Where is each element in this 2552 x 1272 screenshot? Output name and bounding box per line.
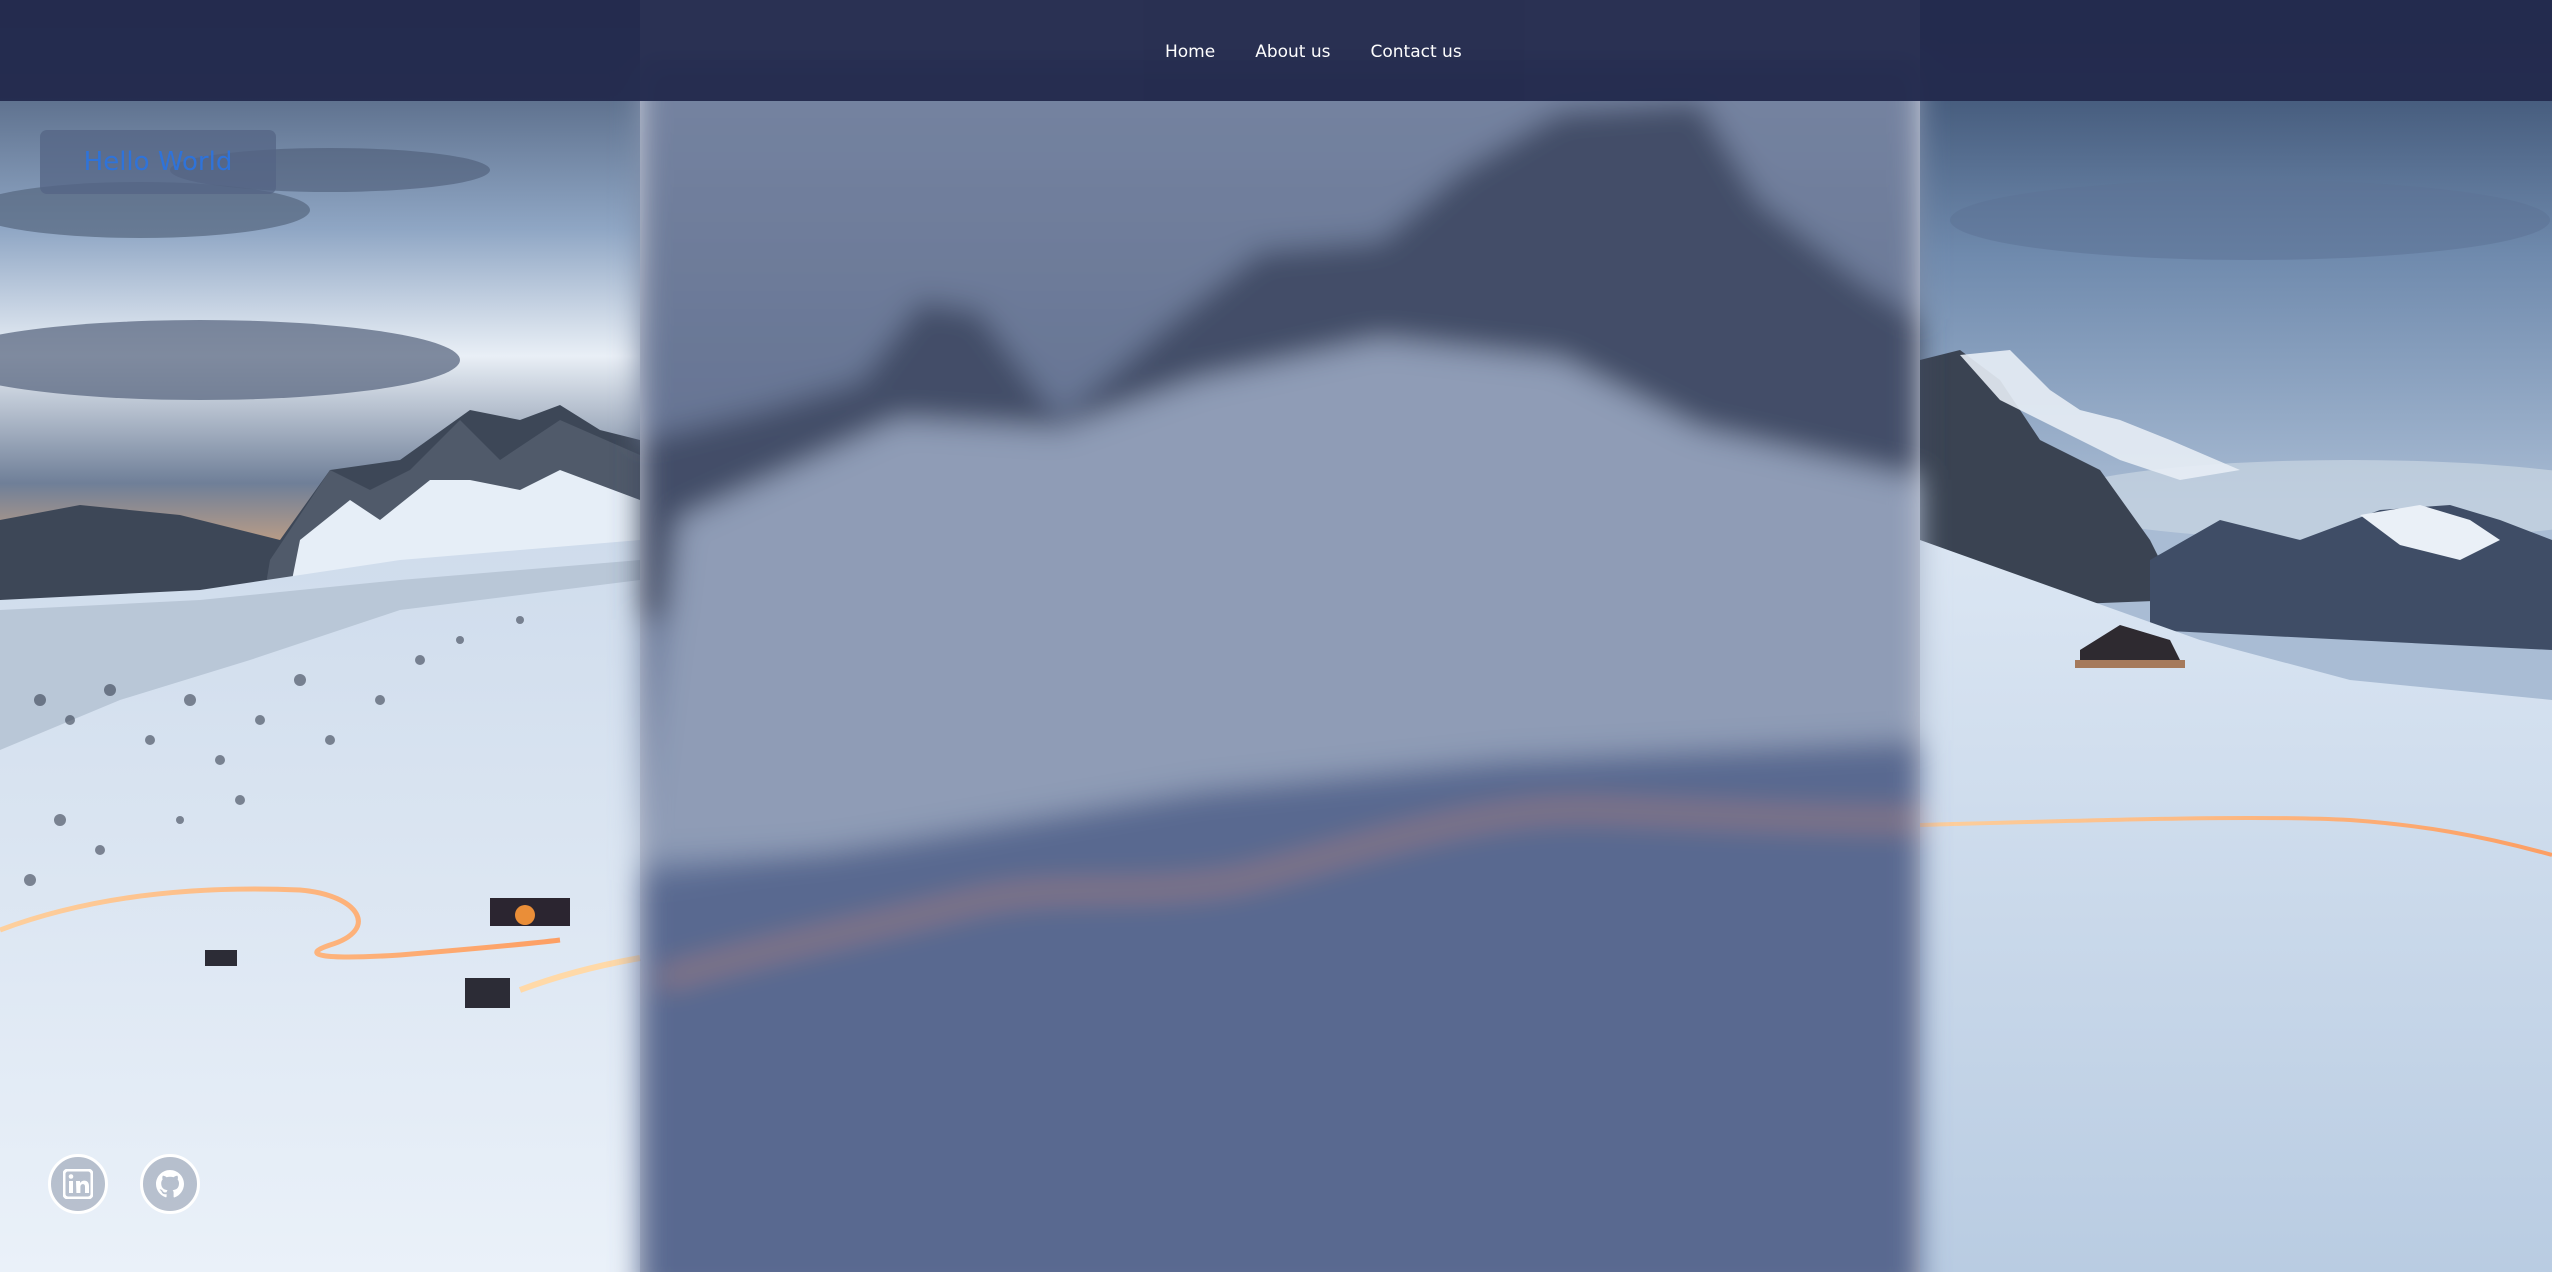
github-icon <box>154 1168 186 1200</box>
nav-about-link[interactable]: About us <box>1255 41 1330 63</box>
top-navbar: Home About us Contact us <box>0 0 2552 101</box>
background-image <box>0 0 2552 1272</box>
nav-contact-link[interactable]: Contact us <box>1371 41 1462 63</box>
nav-links: Home About us Contact us <box>1165 41 1462 63</box>
linkedin-icon <box>63 1169 93 1199</box>
hero-heading: Hello World <box>83 147 233 177</box>
hero-heading-box: Hello World <box>40 130 276 194</box>
nav-home-link[interactable]: Home <box>1165 41 1215 63</box>
github-button[interactable] <box>140 1154 200 1214</box>
linkedin-button[interactable] <box>48 1154 108 1214</box>
